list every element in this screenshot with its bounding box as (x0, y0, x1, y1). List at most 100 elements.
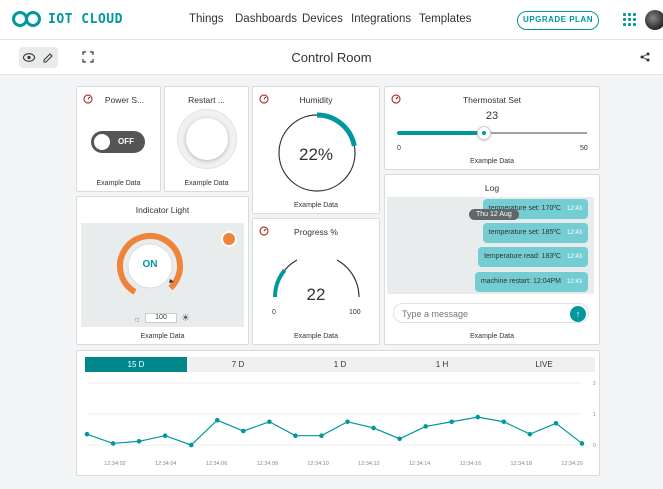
widget-footer: Example Data (140, 333, 185, 340)
data-point[interactable] (371, 425, 376, 431)
thermostat-slider[interactable] (397, 126, 587, 140)
logo-text: IOT CLOUD (48, 11, 123, 27)
x-tick-label: 12:34:08 (257, 461, 278, 467)
data-point[interactable] (345, 419, 350, 425)
nav-devices[interactable]: Devices (302, 13, 343, 25)
data-point[interactable] (267, 419, 272, 425)
humidity-widget: Humidity 22% Example Data (252, 86, 380, 214)
widget-footer: Example Data (294, 333, 338, 340)
tab-1d[interactable]: 1 D (289, 357, 391, 372)
nav-integrations[interactable]: Integrations (351, 13, 411, 25)
x-tick-label: 12:34:16 (460, 461, 481, 467)
nav-templates[interactable]: Templates (419, 13, 471, 25)
arduino-logo[interactable]: IOT CLOUD (12, 11, 123, 27)
thermostat-value: 23 (485, 110, 499, 122)
x-tick-label: 12:34:12 (358, 461, 379, 467)
data-point[interactable] (397, 436, 402, 442)
tab-live[interactable]: LIVE (493, 357, 595, 372)
dashboard-toolbar: Control Room (0, 40, 663, 75)
tab-1h[interactable]: 1 H (391, 357, 493, 372)
send-button[interactable]: ↑ (570, 306, 586, 322)
progress-max: 100 (349, 309, 361, 316)
x-tick-label: 12:34:10 (307, 461, 328, 467)
humidity-value: 22% (298, 145, 334, 164)
apps-grid-icon[interactable] (623, 13, 636, 26)
slider-fill (397, 131, 485, 135)
x-tick-label: 12:34:04 (155, 461, 176, 467)
upgrade-plan-button[interactable]: UPGRADE PLAN (517, 11, 599, 30)
restart-push-button[interactable] (177, 109, 237, 169)
data-point[interactable] (553, 421, 559, 426)
time-range-tabs: 15 D 7 D 1 D 1 H LIVE (85, 357, 595, 372)
data-point[interactable] (319, 433, 324, 438)
widget-footer: Example Data (96, 180, 141, 187)
progress-min: 0 (272, 309, 276, 316)
data-point[interactable] (527, 431, 533, 437)
data-point[interactable] (136, 438, 142, 444)
slider-max: 50 (580, 145, 588, 152)
y-tick-label: 2 (593, 381, 596, 387)
x-tick-label: 12:34:06 (206, 461, 227, 467)
humidity-arc (316, 112, 357, 147)
widget-title: Restart ... (188, 95, 225, 105)
data-point[interactable] (501, 419, 507, 425)
data-point[interactable] (293, 433, 298, 438)
color-picker-dot[interactable] (223, 233, 235, 245)
message-input-wrap: ↑ (393, 303, 589, 323)
nav-things[interactable]: Things (189, 13, 224, 25)
date-chip: Thu 12 Aug (469, 209, 519, 220)
x-tick-label: 12:34:02 (104, 461, 125, 467)
brightness-high-icon: ☀ (181, 313, 190, 324)
widget-title: Humidity (299, 95, 333, 105)
chart-widget: 15 D 7 D 1 D 1 H LIVE 0 1 2 12:34:02 12:34:0… (76, 350, 600, 476)
slider-thumb[interactable] (477, 126, 492, 140)
data-point[interactable] (475, 414, 481, 420)
data-point[interactable] (84, 431, 90, 437)
power-switch-widget: Power S... OFF Example Data (76, 86, 161, 192)
restart-button-widget: Restart ... Example Data (164, 86, 249, 192)
widget-title: Thermostat Set (462, 95, 522, 105)
log-widget: Log temperature set: 170ºC 12:43 Thu 12 A… (384, 174, 600, 345)
data-point[interactable] (188, 442, 194, 448)
widget-title: Indicator Light (135, 205, 190, 215)
avatar[interactable] (645, 10, 663, 30)
brightness-field[interactable]: 100 (145, 313, 177, 323)
brightness-low-icon: ☼ (133, 314, 142, 324)
tab-15d[interactable]: 15 D (85, 357, 187, 372)
widget-footer: Example Data (294, 202, 338, 209)
widget-title: Progress % (294, 227, 338, 237)
thermostat-widget: Thermostat Set 23 0 50 Example Data (384, 86, 600, 170)
message-list[interactable]: temperature set: 170ºC 12:43 Thu 12 Aug t… (387, 197, 594, 294)
y-tick-label: 0 (593, 443, 596, 449)
data-point[interactable] (579, 441, 585, 446)
message-bubble: machine restart: 12:04PM 12:43 (474, 272, 588, 292)
slider-min: 0 (397, 145, 401, 152)
widget-footer: Example Data (184, 180, 229, 187)
top-nav: IOT CLOUD Things Dashboards Devices Inte… (0, 0, 663, 40)
data-point[interactable] (423, 424, 428, 429)
x-tick-label: 12:34:14 (409, 461, 430, 467)
message-bubble: temperature set: 185ºC 12:43 (482, 223, 588, 243)
tab-7d[interactable]: 7 D (187, 357, 289, 372)
data-point[interactable] (110, 441, 116, 446)
progress-widget: Progress % 22 0 100 Example Data (252, 218, 380, 345)
indicator-light-widget: Indicator Light ON ☼ 100 ☀ Example Data (76, 196, 249, 345)
message-bubble: temperature read: 183ºC 12:43 (478, 247, 588, 267)
progress-value: 22 (306, 285, 326, 304)
toggle-knob (94, 134, 110, 150)
power-toggle[interactable]: OFF (91, 131, 145, 153)
data-point[interactable] (214, 417, 220, 423)
data-point[interactable] (162, 433, 168, 438)
light-panel: ON ☼ 100 ☀ (81, 223, 244, 327)
widget-title: Power S... (104, 95, 145, 105)
x-tick-label: 12:34:18 (511, 461, 532, 467)
widget-title: Log (484, 183, 500, 193)
light-state: ON (142, 259, 158, 270)
data-point[interactable] (241, 428, 246, 434)
share-icon[interactable] (640, 51, 650, 65)
widget-footer: Example Data (470, 158, 514, 165)
data-point[interactable] (449, 419, 455, 425)
message-input[interactable] (402, 307, 562, 321)
page-title: Control Room (291, 50, 372, 65)
nav-dashboards[interactable]: Dashboards (235, 13, 297, 25)
